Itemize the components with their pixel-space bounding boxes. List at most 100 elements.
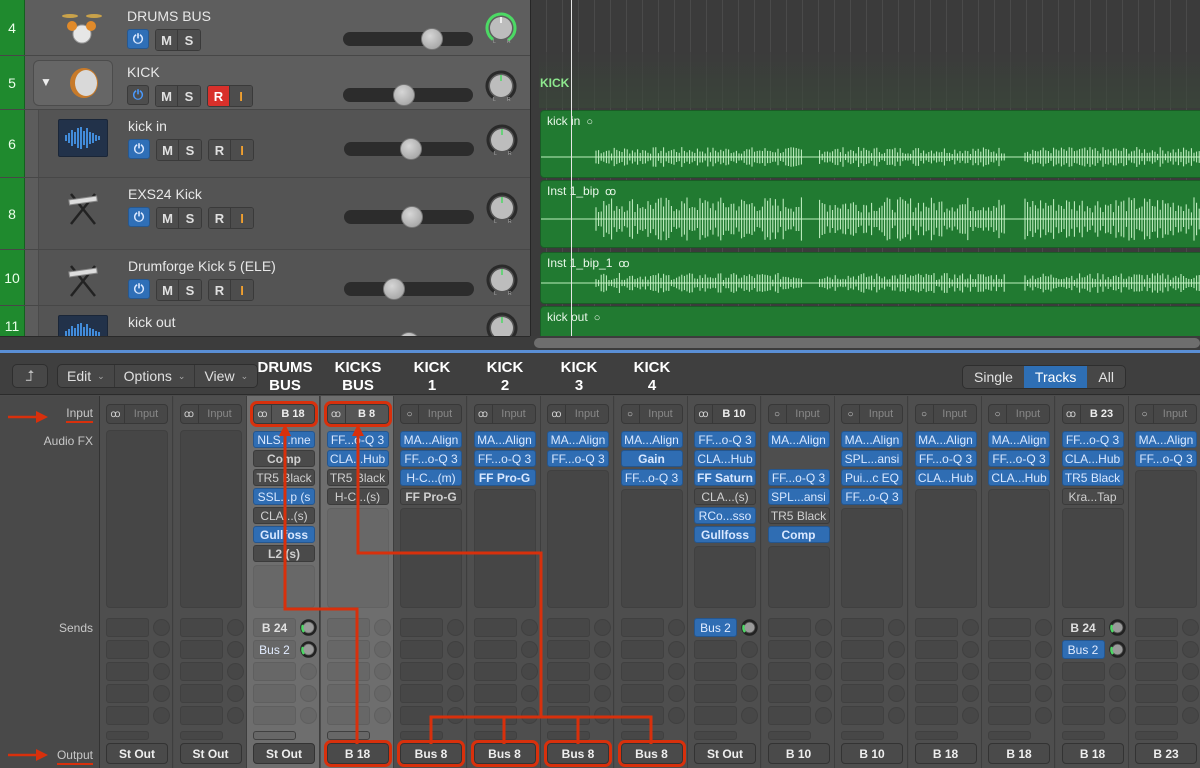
input-slot[interactable]: ꝏ B 10 [694, 404, 756, 424]
send-knob-empty[interactable] [961, 685, 979, 702]
send-slot-empty[interactable] [988, 662, 1031, 681]
send-knob-empty[interactable] [741, 707, 758, 724]
view-all-button[interactable]: All [1087, 366, 1125, 388]
send-level-knob[interactable] [300, 619, 317, 636]
send-level-knob[interactable] [300, 641, 317, 658]
send-knob-empty[interactable] [520, 685, 538, 702]
audio-region[interactable]: kick in ○ [540, 110, 1200, 178]
input-monitor-button[interactable]: I [231, 140, 253, 160]
send-knob-empty[interactable] [153, 619, 170, 636]
volume-slider-handle[interactable] [392, 84, 415, 106]
audio-fx-plugin[interactable]: Comp [253, 450, 315, 467]
record-enable-button[interactable]: R [209, 280, 231, 300]
send-slot-empty[interactable] [106, 618, 149, 637]
view-single-button[interactable]: Single [963, 366, 1024, 388]
send-knob-empty[interactable] [1182, 663, 1199, 680]
power-button[interactable]: ⏻ [127, 29, 149, 49]
track-name[interactable]: Drumforge Kick 5 (ELE) [128, 258, 276, 274]
record-enable-button[interactable]: R [209, 140, 231, 160]
output-slot[interactable]: Bus 8 [544, 740, 612, 767]
send-slot-empty[interactable] [326, 706, 370, 725]
send-knob-empty[interactable] [373, 641, 391, 658]
solo-button[interactable]: S [179, 280, 201, 300]
edit-menu[interactable]: Edit ⌄ [58, 365, 115, 387]
send-knob-empty[interactable] [1182, 685, 1199, 702]
audio-fx-plugin[interactable]: Comp [767, 526, 830, 543]
input-monitor-button[interactable]: I [231, 208, 253, 228]
mute-button[interactable]: M [157, 208, 179, 228]
output-slot[interactable]: B 18 [323, 740, 392, 767]
track-name[interactable]: kick in [128, 118, 167, 134]
send-knob-empty[interactable] [961, 641, 979, 658]
send-slot-empty[interactable] [988, 640, 1031, 659]
send-knob-empty[interactable] [961, 619, 979, 636]
audio-region[interactable]: Inst 1_bip ꝏ [540, 180, 1200, 248]
send-knob-empty[interactable] [226, 641, 244, 658]
send-slot-empty[interactable] [253, 706, 296, 725]
stereo-format-icon[interactable]: ꝏ [107, 405, 125, 423]
send-knob-empty[interactable] [373, 663, 391, 680]
send-knob-empty[interactable] [814, 663, 832, 680]
audio-fx-plugin[interactable]: FF...o-Q 3 [620, 469, 683, 486]
audio-fx-plugin[interactable]: MA...Align [473, 431, 536, 448]
audio-fx-plugin[interactable]: CLA...Hub [988, 469, 1050, 486]
send-knob-empty[interactable] [226, 663, 244, 680]
pan-knob[interactable]: LR [486, 124, 518, 157]
send-knob-empty[interactable] [667, 663, 685, 680]
send-slot-empty[interactable] [914, 640, 958, 659]
send-knob-empty[interactable] [741, 663, 758, 680]
input-slot[interactable]: ꝏ B 23 [1061, 404, 1124, 424]
audio-fx-plugin[interactable]: Gullfoss [694, 526, 756, 543]
send-knob-empty[interactable] [1182, 619, 1199, 636]
stereo-format-icon[interactable]: ꝏ [328, 405, 346, 423]
send-knob-empty[interactable] [814, 641, 832, 658]
send-level-knob[interactable] [1108, 641, 1126, 658]
scrollbar-thumb[interactable] [534, 338, 1200, 348]
audio-fx-empty-area[interactable] [253, 565, 315, 608]
audio-fx-empty-area[interactable] [1135, 470, 1197, 608]
send-slot-empty[interactable] [106, 684, 149, 703]
group-slot[interactable] [326, 731, 370, 740]
send-slot[interactable]: B 24 [253, 618, 296, 637]
audio-fx-empty-slot[interactable] [768, 450, 830, 467]
kick-drum-icon[interactable]: ▼ [33, 60, 113, 106]
audio-fx-plugin[interactable]: MA...Align [988, 431, 1050, 448]
track-row[interactable]: 10 Drumforge Kick 5 (ELE) ⏻ M S R I L R [0, 250, 530, 306]
send-slot-empty[interactable] [620, 640, 664, 659]
arrange-area[interactable]: KICK kick in ○ Inst 1_bip ꝏ Inst 1_bip_1 ꝏ kic… [530, 0, 1200, 336]
audio-fx-empty-area[interactable] [841, 508, 903, 608]
audio-fx-plugin[interactable]: CLA...(s) [253, 507, 315, 524]
send-knob-empty[interactable] [226, 685, 244, 702]
send-knob-empty[interactable] [667, 619, 685, 636]
audio-fx-plugin[interactable]: H-C...(m) [400, 469, 462, 486]
send-slot-empty[interactable] [914, 618, 958, 637]
track-header[interactable]: Drumforge Kick 5 (ELE) ⏻ M S R I L R [38, 250, 530, 305]
audio-fx-empty-area[interactable] [694, 546, 756, 608]
send-knob-empty[interactable] [594, 619, 611, 636]
mono-format-icon[interactable]: ○ [1136, 405, 1154, 423]
track-name[interactable]: EXS24 Kick [128, 186, 202, 202]
audio-waveform-icon[interactable] [58, 312, 108, 336]
input-slot[interactable]: ꝏ Input [547, 404, 609, 424]
send-slot-empty[interactable] [400, 706, 443, 725]
send-slot-empty[interactable] [694, 706, 737, 725]
send-knob-empty[interactable] [520, 707, 538, 724]
send-slot-empty[interactable] [473, 662, 517, 681]
send-slot-empty[interactable] [473, 640, 517, 659]
send-slot-empty[interactable] [1135, 706, 1178, 725]
send-knob-empty[interactable] [1035, 707, 1052, 724]
output-slot[interactable]: B 18 [914, 743, 977, 764]
audio-fx-plugin[interactable]: MA...Align [767, 431, 830, 448]
track-header[interactable]: kick in ⏻ M S R I L R [38, 110, 530, 177]
volume-slider[interactable] [344, 206, 474, 228]
send-slot-empty[interactable] [841, 662, 884, 681]
mute-button[interactable]: M [157, 280, 179, 300]
send-knob-empty[interactable] [447, 707, 464, 724]
output-slot[interactable]: B 23 [1135, 743, 1197, 764]
volume-slider[interactable] [344, 138, 474, 160]
stereo-format-icon[interactable]: ꝏ [254, 405, 272, 423]
send-slot-empty[interactable] [767, 640, 811, 659]
input-slot[interactable]: ꝏ Input [473, 404, 536, 424]
audio-region[interactable]: kick out ○ [540, 306, 1200, 336]
send-knob-empty[interactable] [814, 619, 832, 636]
